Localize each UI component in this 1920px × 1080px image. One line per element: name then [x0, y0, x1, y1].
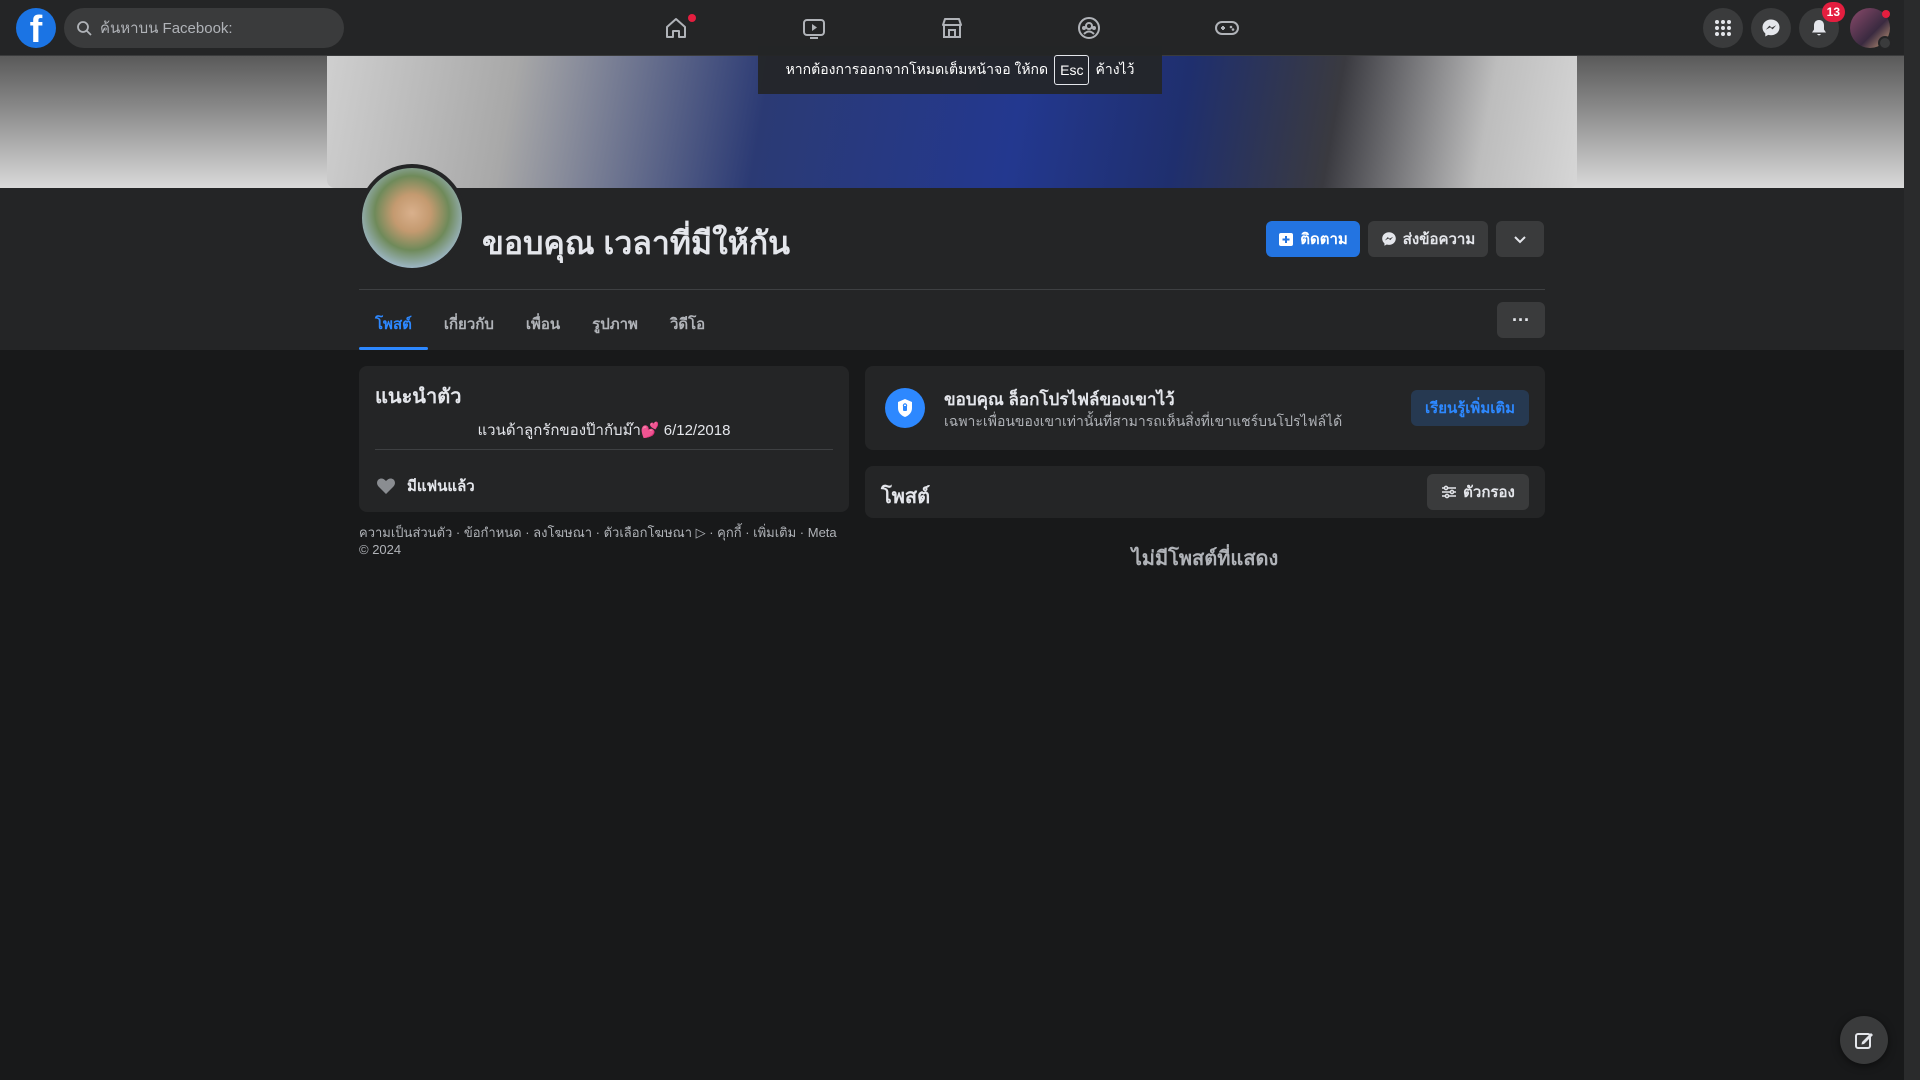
- notifications-button[interactable]: 13: [1799, 2, 1845, 48]
- intro-divider: [375, 449, 833, 450]
- nav-home[interactable]: [621, 8, 731, 48]
- page-footer: ความเป็นส่วนตัว · ข้อกำหนด · ลงโฆษณา · ต…: [359, 524, 849, 558]
- chevron-down-icon: [1878, 36, 1892, 50]
- nav-gaming[interactable]: [1172, 8, 1282, 48]
- compose-icon: [1855, 1033, 1873, 1049]
- nav-marketplace[interactable]: [897, 8, 1007, 48]
- lock-notice-title: ขอบคุณ ล็อกโปรไฟล์ของเขาไว้: [944, 390, 1175, 409]
- relationship-label: มีแฟนแล้ว: [407, 478, 475, 495]
- nav-groups[interactable]: [1034, 8, 1144, 48]
- follow-button[interactable]: ติดตาม: [1266, 221, 1360, 257]
- tab-posts[interactable]: โพสต์: [359, 298, 428, 350]
- esc-key: Esc: [1054, 55, 1090, 85]
- tab-friends[interactable]: เพื่อน: [510, 298, 576, 350]
- toast-text-before: หากต้องการออกจากโหมดเต็มหน้าจอ ให้กด: [785, 61, 1049, 77]
- no-posts-message: ไม่มีโพสต์ที่แสดง: [1131, 548, 1279, 570]
- groups-icon: [1078, 17, 1100, 39]
- profile-name: ขอบคุณ เวลาที่มีให้กัน: [482, 225, 791, 261]
- profile-options-dropdown[interactable]: [1496, 221, 1544, 257]
- menu-button[interactable]: [1703, 8, 1743, 48]
- follow-icon: [1279, 233, 1294, 246]
- nav-watch[interactable]: [759, 8, 869, 48]
- watch-icon: [803, 19, 825, 39]
- notification-dot: [1882, 10, 1890, 18]
- profile-tabs: โพสต์ เกี่ยวกับ เพื่อน รูปภาพ วิดีโอ: [359, 298, 721, 350]
- lock-notice-subtitle: เฉพาะเพื่อนของเขาเท่านั้นที่สามารถเห็นสิ…: [944, 413, 1343, 429]
- learn-more-button[interactable]: เรียนรู้เพิ่มเติม: [1411, 390, 1529, 426]
- notification-count-badge: 13: [1821, 2, 1845, 22]
- tab-videos[interactable]: วิดีโอ: [654, 298, 721, 350]
- messenger-button[interactable]: [1751, 8, 1791, 48]
- bell-icon: [1812, 20, 1826, 36]
- chevron-down-icon: [1514, 236, 1526, 244]
- intro-card: แนะนำตัว แวนด้าลูกรักของป๊ากับม๊า💕 6/12/…: [359, 366, 849, 512]
- message-label: ส่งข้อความ: [1402, 231, 1476, 248]
- message-button[interactable]: ส่งข้อความ: [1368, 221, 1488, 257]
- profile-picture[interactable]: [358, 164, 466, 272]
- search-icon: [77, 21, 92, 36]
- tab-photos[interactable]: รูปภาพ: [576, 298, 654, 350]
- home-icon: [666, 18, 686, 38]
- intro-bio: แวนด้าลูกรักของป๊ากับม๊า💕 6/12/2018: [477, 422, 731, 439]
- header-divider: [359, 289, 1545, 290]
- shield-icon: [885, 388, 925, 428]
- gaming-icon: [1215, 21, 1239, 35]
- scrollbar[interactable]: [1904, 0, 1920, 1080]
- filter-label: ตัวกรอง: [1463, 484, 1515, 501]
- marketplace-icon: [942, 18, 962, 38]
- search-input[interactable]: [100, 19, 330, 37]
- locked-profile-notice: ขอบคุณ ล็อกโปรไฟล์ของเขาไว้ เฉพาะเพื่อนข…: [865, 366, 1545, 450]
- intro-title: แนะนำตัว: [375, 386, 462, 408]
- messenger-icon: [1762, 19, 1780, 37]
- more-dots-icon: ···: [1512, 309, 1530, 330]
- account-avatar[interactable]: [1850, 8, 1892, 50]
- filter-button[interactable]: ตัวกรอง: [1427, 474, 1529, 510]
- fullscreen-exit-toast: หากต้องการออกจากโหมดเต็มหน้าจอ ให้กด Esc…: [758, 46, 1162, 94]
- posts-header-card: โพสต์ ตัวกรอง: [865, 466, 1545, 518]
- menu-grid-icon: [1715, 20, 1731, 36]
- tab-about[interactable]: เกี่ยวกับ: [428, 298, 510, 350]
- new-message-button[interactable]: [1840, 1016, 1888, 1064]
- toast-text-after: ค้างไว้: [1095, 61, 1135, 77]
- filter-icon: [1442, 485, 1457, 499]
- footer-links[interactable]: ความเป็นส่วนตัว · ข้อกำหนด · ลงโฆษณา · ต…: [359, 524, 849, 541]
- relationship-status: มีแฟนแล้ว: [375, 474, 475, 498]
- posts-title: โพสต์: [881, 486, 931, 508]
- facebook-logo[interactable]: f: [16, 8, 56, 48]
- notification-dot: [688, 14, 696, 22]
- tabs-more-button[interactable]: ···: [1497, 302, 1545, 338]
- messenger-icon: [1381, 232, 1396, 246]
- heart-icon: [377, 478, 395, 494]
- profile-header: [0, 188, 1904, 350]
- search-box[interactable]: [64, 8, 344, 48]
- footer-copyright: © 2024: [359, 542, 402, 557]
- follow-label: ติดตาม: [1300, 231, 1348, 248]
